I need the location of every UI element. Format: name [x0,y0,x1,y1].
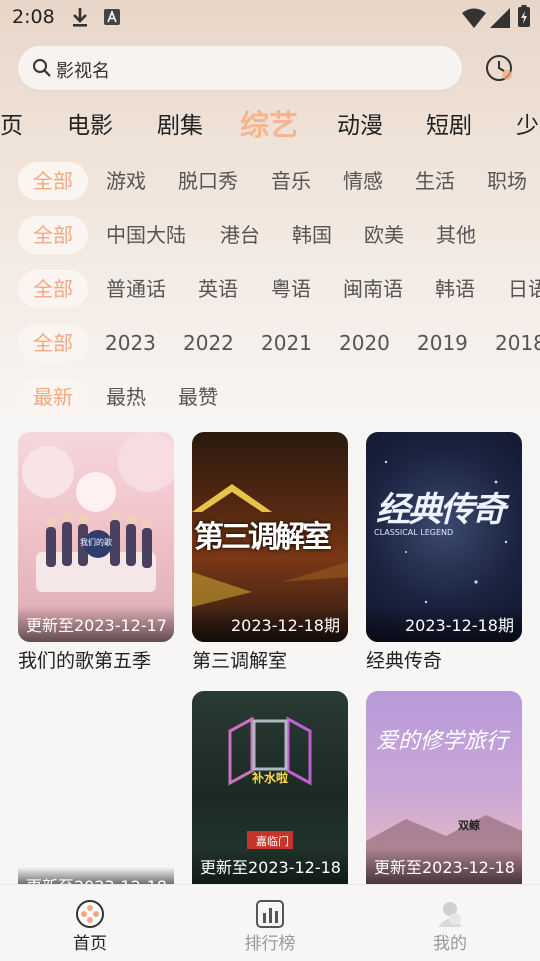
update-badge: 更新至2023-12-18 [366,848,522,884]
search-icon [33,59,51,77]
profile-icon [438,902,462,927]
poster-logo-text: 第三调解室 [194,520,332,555]
film-reel-icon [76,900,104,928]
filter-chip[interactable]: 全部 [18,324,88,362]
poster-logo-text: 我们的歌 [80,538,112,547]
show-card[interactable]: 更新至2023-12-18 [18,691,174,884]
tab-kids[interactable]: 少 [516,106,539,140]
poster-logo-text: 补水啦 [252,771,289,785]
status-time: 2:08 [12,6,55,28]
poster-logo-text: 爱的修学旅行 [376,729,509,754]
filter-chip[interactable]: 粤语 [271,270,311,308]
filter-chip[interactable]: 英语 [198,270,238,308]
filter-chip[interactable]: 全部 [18,270,88,308]
filter-chip[interactable]: 游戏 [106,162,146,200]
show-card[interactable]: 第三调解室 2023-12-18期 第三调解室 [192,432,348,672]
filter-chip[interactable]: 韩语 [435,270,475,308]
tab-short-drama[interactable]: 短剧 [426,106,472,140]
poster-subtitle: CLASSICAL LEGEND [374,528,454,537]
nav-profile[interactable]: 我的 [390,885,510,961]
tab-movies[interactable]: 电影 [67,106,113,140]
update-badge: 2023-12-18期 [366,606,522,642]
tab-home[interactable]: 页 [0,106,23,140]
filter-chip[interactable]: 中国大陆 [106,216,186,254]
filter-row-genre: 全部 游戏 脱口秀 音乐 情感 生活 职场 [0,162,540,202]
filter-chip[interactable]: 日语 [508,270,540,308]
sort-chip[interactable]: 最赞 [178,378,218,416]
show-title: 我们的歌第五季 [18,650,152,672]
filter-chip[interactable]: 欧美 [364,216,404,254]
filter-chip[interactable]: 2018 [495,324,540,362]
update-badge: 更新至2023-12-18 [192,848,348,884]
filter-chip[interactable]: 全部 [18,162,88,200]
tab-series[interactable]: 剧集 [157,106,203,140]
category-tabs: 页 电影 剧集 综艺 动漫 短剧 少 [0,100,540,146]
show-card[interactable]: 补水啦 嘉临门 更新至2023-12-18 [192,691,348,884]
nav-label: 首页 [73,934,107,954]
search-bar[interactable]: 影视名 [18,46,462,90]
poster-logo-text: 经典传奇 [376,490,506,530]
history-icon[interactable] [484,53,514,83]
filter-chip[interactable]: 韩国 [292,216,332,254]
poster-subtitle: 双鲸 [458,819,480,832]
status-bar: 2:08 [0,0,540,38]
poster-image: 第三调解室 2023-12-18期 [192,432,348,642]
filter-chip[interactable]: 2020 [339,324,390,362]
filter-chip[interactable]: 情感 [343,162,383,200]
tab-anime[interactable]: 动漫 [337,106,383,140]
bottom-navigation: 首页 排行榜 我的 [0,884,540,961]
a-notification-icon [104,9,120,25]
show-card[interactable]: 经典传奇 CLASSICAL LEGEND 2023-12-18期 经典传奇 [366,432,522,672]
filter-chip[interactable]: 脱口秀 [178,162,238,200]
battery-icon [518,5,530,27]
filter-chip[interactable]: 闽南语 [343,270,403,308]
filter-chip[interactable]: 音乐 [271,162,311,200]
wifi-icon [462,8,486,28]
filter-chip[interactable]: 港台 [220,216,260,254]
signal-icon [490,8,510,28]
filter-chip[interactable]: 2022 [183,324,234,362]
filter-chip[interactable]: 其他 [436,216,476,254]
show-card[interactable]: 我们的歌 更新至2023-12-17 我们的歌第五季 [18,432,174,672]
filter-row-language: 全部 普通话 英语 粤语 闽南语 韩语 日语 [0,270,540,310]
chart-icon [256,900,284,928]
poster-image: 爱的修学旅行 双鲸 更新至2023-12-18 [366,691,522,884]
nav-ranking[interactable]: 排行榜 [210,885,330,961]
sort-row: 最新 最热 最赞 [0,378,540,418]
nav-home[interactable]: 首页 [30,885,150,961]
download-icon [73,8,87,27]
update-badge: 更新至2023-12-18 [18,867,174,884]
sort-chip[interactable]: 最热 [106,378,146,416]
update-badge: 2023-12-18期 [192,606,348,642]
filter-chip[interactable]: 2019 [417,324,468,362]
poster-image: 更新至2023-12-18 [18,691,174,884]
filter-chip[interactable]: 2023 [105,324,156,362]
update-badge: 更新至2023-12-17 [18,606,174,642]
search-placeholder: 影视名 [56,61,110,82]
filter-row-year: 全部 2023 2022 2021 2020 2019 2018 [0,324,540,364]
poster-image: 经典传奇 CLASSICAL LEGEND 2023-12-18期 [366,432,522,642]
show-title: 第三调解室 [192,650,288,672]
sort-chip[interactable]: 最新 [18,378,88,416]
nav-label: 排行榜 [244,934,296,954]
poster-subtitle: 嘉临门 [256,835,289,848]
nav-label: 我的 [433,934,467,954]
poster-image: 我们的歌 更新至2023-12-17 [18,432,174,642]
filter-chip[interactable]: 全部 [18,216,88,254]
filter-chip[interactable]: 职场 [487,162,527,200]
tab-variety[interactable]: 综艺 [240,102,298,144]
filter-chip[interactable]: 生活 [415,162,455,200]
poster-image: 补水啦 嘉临门 更新至2023-12-18 [192,691,348,884]
show-card[interactable]: 爱的修学旅行 双鲸 更新至2023-12-18 [366,691,522,884]
filter-row-region: 全部 中国大陆 港台 韩国 欧美 其他 [0,216,540,256]
filter-chip[interactable]: 2021 [261,324,312,362]
filter-chip[interactable]: 普通话 [106,270,166,308]
show-title: 经典传奇 [366,650,443,672]
